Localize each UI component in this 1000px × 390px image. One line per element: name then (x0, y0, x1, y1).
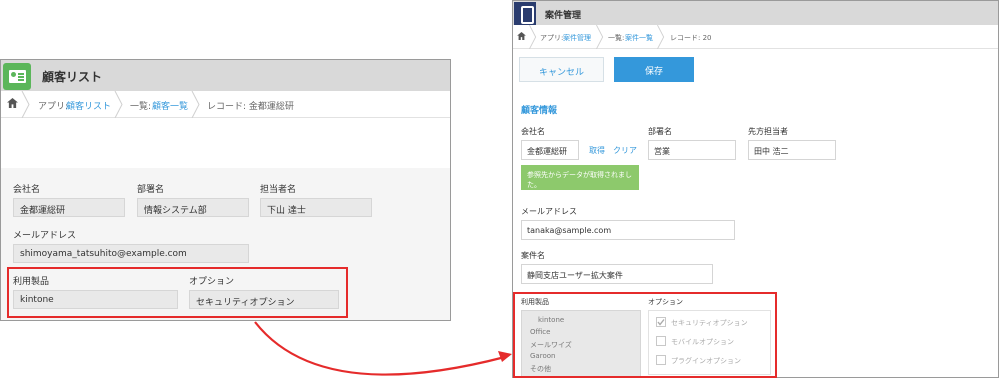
breadcrumb-list-prefix: 一覧: (608, 34, 625, 42)
breadcrumb-separator-icon (21, 91, 30, 118)
app-header: 顧客リスト (1, 60, 450, 91)
fetch-success-notice: 参照先からデータが取得されました。 (521, 165, 639, 190)
dept-input[interactable]: 営業 (648, 140, 736, 160)
breadcrumb-list-prefix: 一覧: (130, 102, 152, 112)
customer-card-icon (3, 63, 31, 90)
home-icon[interactable] (7, 98, 18, 108)
breadcrumb-app-link[interactable]: 顧客リスト (66, 99, 111, 112)
person-label: 担当者名 (260, 185, 297, 195)
dept-label: 部署名 (137, 185, 165, 195)
right-highlight-box (513, 292, 777, 378)
home-icon[interactable] (517, 32, 526, 40)
cancel-button[interactable]: キャンセル (519, 57, 604, 82)
dept-label: 部署名 (648, 127, 672, 136)
breadcrumb-separator-icon (114, 91, 123, 118)
owner-label: 先方担当者 (748, 127, 788, 136)
app-header: 案件管理 (513, 1, 998, 28)
dept-value: 情報システム部 (137, 198, 249, 217)
company-value: 金都運総研 (13, 198, 125, 217)
breadcrumb: アプリ: 案件管理 一覧: 案件一覧 レコード: 20 (513, 25, 998, 49)
email-label: メールアドレス (521, 207, 577, 216)
breadcrumb-app-link[interactable]: 案件管理 (563, 33, 591, 43)
email-input[interactable]: tanaka@sample.com (521, 220, 735, 240)
company-label: 会社名 (13, 185, 41, 195)
email-value: shimoyama_tatsuhito@example.com (13, 244, 249, 263)
person-value: 下山 達士 (260, 198, 372, 217)
breadcrumb-list-link[interactable]: 顧客一覧 (152, 99, 188, 112)
app-title: 案件管理 (545, 11, 582, 21)
deal-input[interactable]: 静岡支店ユーザー拡大案件 (521, 264, 713, 284)
deal-label: 案件名 (521, 251, 545, 260)
section-title: 顧客情報 (521, 106, 558, 116)
clear-link[interactable]: クリア (613, 145, 637, 156)
save-button[interactable]: 保存 (614, 57, 694, 82)
breadcrumb-separator-icon (657, 25, 665, 49)
breadcrumb-app-prefix: アプリ: (38, 102, 69, 112)
company-input[interactable]: 金都運総研 (521, 140, 579, 160)
breadcrumb-list-link[interactable]: 案件一覧 (625, 33, 653, 43)
breadcrumb: アプリ: 顧客リスト 一覧: 顧客一覧 レコード: 金都運総研 (1, 91, 450, 118)
breadcrumb-app-prefix: アプリ: (540, 34, 564, 42)
breadcrumb-separator-icon (529, 25, 537, 49)
email-label: メールアドレス (13, 231, 77, 241)
transfer-arrow (254, 321, 512, 376)
breadcrumb-separator-icon (191, 91, 200, 118)
owner-input[interactable]: 田中 浩二 (748, 140, 836, 160)
app-title: 顧客リスト (42, 70, 103, 84)
breadcrumb-separator-icon (596, 25, 604, 49)
breadcrumb-record: レコード: 金都運総研 (207, 102, 294, 112)
fetch-link[interactable]: 取得 (589, 145, 605, 156)
notebook-icon (514, 2, 536, 26)
company-label: 会社名 (521, 127, 545, 136)
breadcrumb-record: レコード: 20 (670, 34, 712, 42)
